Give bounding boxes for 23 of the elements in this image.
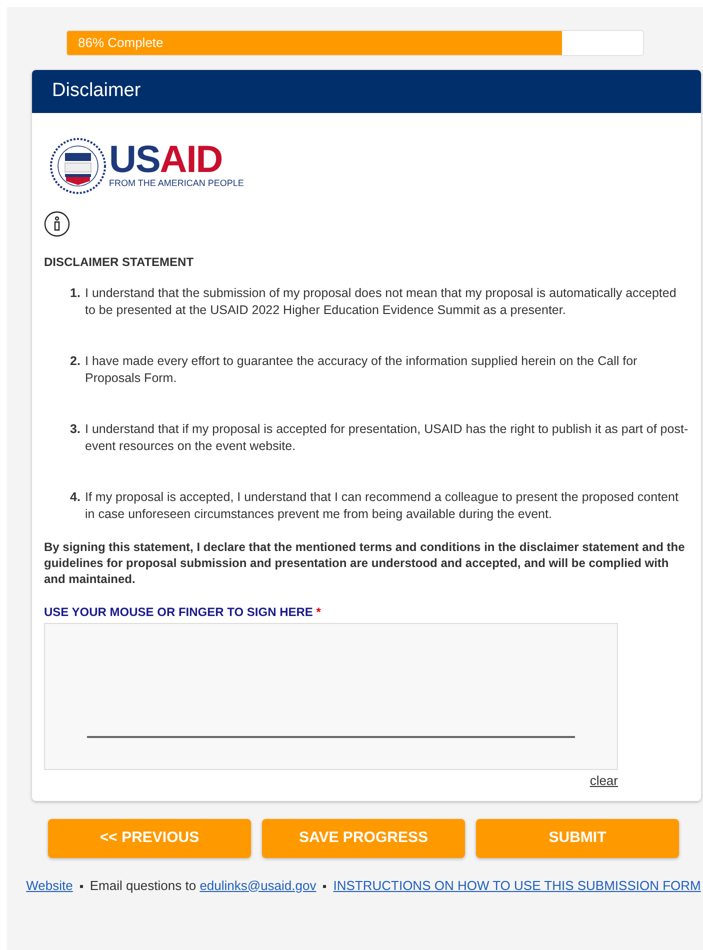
progress-label: 86% Complete [78, 34, 164, 52]
clear-link[interactable]: clear [590, 771, 618, 790]
item-number: 3. [70, 421, 82, 438]
item-number: 2. [70, 353, 82, 370]
footer-text: Email questions to [90, 876, 198, 895]
statement-text: I understand that the submission of my proposal does not mean that my proposal is automatically accepted to be presented at the USAID 2022 Higher Education Evidence Summit as a presenter. [85, 285, 678, 319]
logo-tagline: FROM THE AMERICAN PEOPLE [109, 177, 244, 189]
footer-link[interactable]: Website [26, 876, 73, 895]
seal-icon [49, 137, 107, 195]
item-number: 4. [70, 489, 82, 506]
footer-link[interactable]: edulinks@usaid.gov [200, 876, 316, 895]
statement-text: I understand that if my proposal is accepted for presentation, USAID has the right to publish it as part of post-event resources on the event website. [85, 421, 689, 455]
statement-text: I have made every effort to guarantee the accuracy of the information supplied herein on the Call for Proposals Form. [85, 353, 638, 387]
section-heading: DISCLAIMER STATEMENT [44, 254, 195, 271]
logo-wordmark: USAID [109, 143, 222, 177]
required-mark: * [316, 605, 321, 619]
info-icon[interactable] [44, 211, 70, 237]
signature-label: USE YOUR MOUSE OR FINGER TO SIGN HERE [44, 605, 313, 619]
statement-text: If my proposal is accepted, I understand that I can recommend a colleague to present the proposed content in case unforeseen circumstances prevent me from being available during the event. [85, 489, 680, 523]
footer-link[interactable]: INSTRUCTIONS ON HOW TO USE THIS SUBMISSION FORM [333, 876, 701, 895]
item-number: 1. [70, 285, 82, 302]
card-title: Disclaimer [52, 79, 141, 104]
declaration-text: By signing this statement, I declare that the mentioned terms and conditions in the disclaimer statement and the guidelines for proposal submission and presentation are understood and accepted, and will be complied with and maintained. [44, 539, 686, 587]
